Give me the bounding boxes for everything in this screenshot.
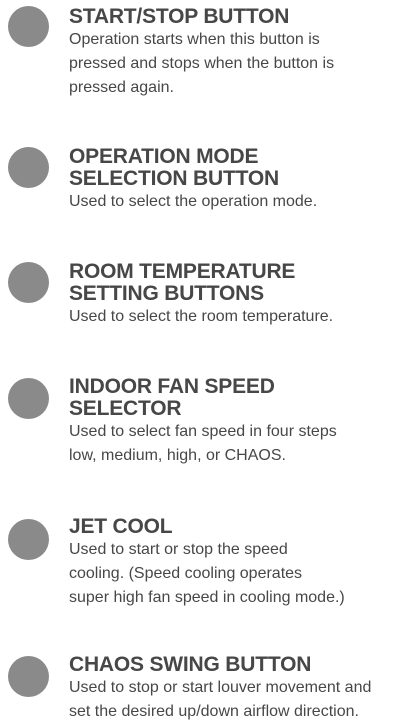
desc-line: Used to select fan speed in four steps: [69, 423, 337, 440]
desc-line: Used to stop or start louver movement an…: [69, 679, 372, 696]
desc-line: pressed again.: [69, 79, 174, 96]
title-line: SELECTOR: [69, 397, 182, 420]
button-indicator-dot: [8, 147, 49, 188]
desc-line: pressed and stops when the button is: [69, 55, 335, 72]
entry-title: CHAOS SWING BUTTON: [69, 654, 391, 676]
desc-line: Used to select the operation mode.: [69, 193, 318, 210]
title-line: JET COOL: [69, 515, 173, 538]
entry-title: OPERATION MODE SELECTION BUTTON: [69, 146, 391, 190]
entry-description: Used to select fan speed in four steps l…: [69, 420, 391, 468]
desc-line: Operation starts when this button is: [69, 31, 320, 48]
entry-title: JET COOL: [69, 516, 391, 538]
entry-title: ROOM TEMPERATURE SETTING BUTTONS: [69, 261, 391, 305]
desc-line: Used to select the room temperature.: [69, 308, 334, 325]
desc-line: cooling. (Speed cooling operates: [69, 565, 303, 582]
desc-line: Used to start or stop the speed: [69, 541, 288, 558]
button-indicator-dot: [8, 656, 49, 697]
entry-description: Used to start or stop the speed cooling.…: [69, 538, 391, 610]
entry-description: Used to stop or start louver movement an…: [69, 676, 391, 724]
entry-description: Used to select the room temperature.: [69, 305, 391, 329]
entry-description: Operation starts when this button is pre…: [69, 28, 391, 100]
title-line: INDOOR FAN SPEED: [69, 375, 275, 398]
title-line: START/STOP BUTTON: [69, 5, 290, 28]
entry-title: INDOOR FAN SPEED SELECTOR: [69, 376, 391, 420]
title-line: CHAOS SWING BUTTON: [69, 653, 312, 676]
desc-line: super high fan speed in cooling mode.): [69, 589, 345, 606]
entry-title: START/STOP BUTTON: [69, 6, 391, 28]
button-indicator-dot: [8, 262, 49, 303]
entry-description: Used to select the operation mode.: [69, 190, 391, 214]
button-indicator-dot: [8, 519, 49, 560]
title-line: SELECTION BUTTON: [69, 167, 279, 190]
title-line: OPERATION MODE: [69, 145, 259, 168]
title-line: SETTING BUTTONS: [69, 282, 264, 305]
button-indicator-dot: [8, 6, 49, 47]
button-indicator-dot: [8, 378, 49, 419]
title-line: ROOM TEMPERATURE: [69, 260, 296, 283]
desc-line: low, medium, high, or CHAOS.: [69, 447, 286, 464]
desc-line: set the desired up/down airflow directio…: [69, 703, 359, 720]
